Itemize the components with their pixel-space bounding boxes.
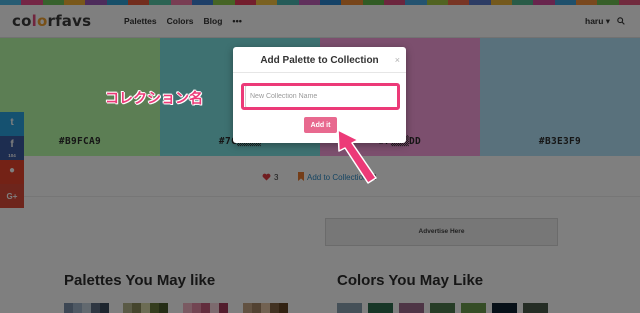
annotation-label: コレクション名: [105, 91, 203, 107]
modal-title: Add Palette to Collection: [260, 55, 379, 66]
modal-divider: [233, 72, 406, 73]
annotation-arrow-icon: [337, 129, 377, 184]
close-icon[interactable]: ×: [395, 55, 400, 65]
annotation-highlight-box: [241, 83, 400, 110]
